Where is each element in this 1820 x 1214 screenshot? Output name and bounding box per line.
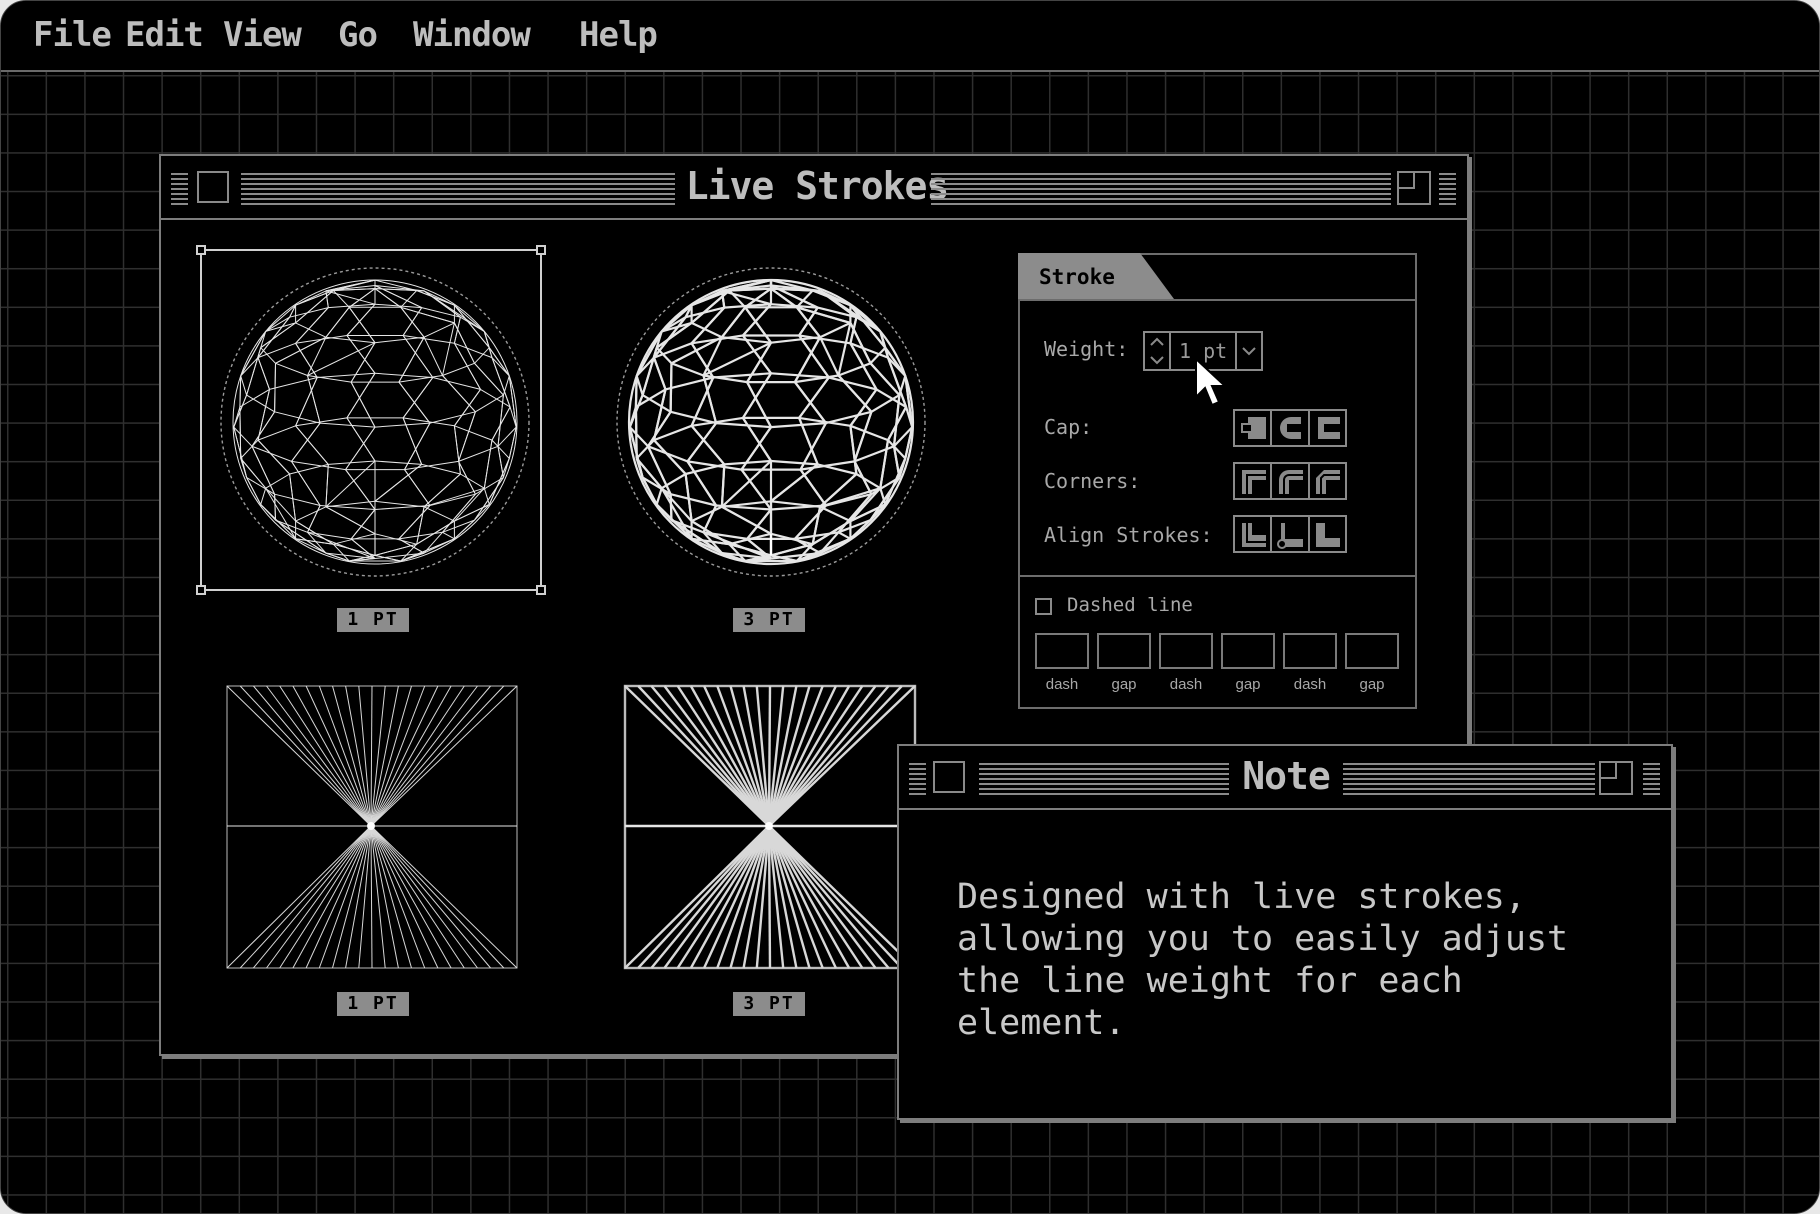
weight-dropdown[interactable] bbox=[1235, 333, 1261, 369]
dashed-line-checkbox[interactable] bbox=[1035, 598, 1052, 615]
cap-options bbox=[1233, 409, 1347, 447]
corner-options bbox=[1233, 462, 1347, 500]
weight-label-burst-2: 3 PT bbox=[733, 992, 805, 1016]
gap-field-1[interactable] bbox=[1097, 633, 1151, 669]
sphere-3pt[interactable] bbox=[591, 242, 951, 602]
dash-field-1[interactable] bbox=[1035, 633, 1089, 669]
stroke-tab-label: Stroke bbox=[1039, 265, 1115, 289]
tab-divider bbox=[1020, 299, 1415, 301]
align-outside-button[interactable] bbox=[1309, 517, 1345, 551]
stepper-up-down-icon[interactable] bbox=[1145, 333, 1169, 369]
stroke-panel: Stroke Weight: 1 pt Cap: Corners: Align … bbox=[1018, 253, 1417, 709]
align-outside-icon bbox=[1316, 523, 1341, 547]
butt-cap-button[interactable] bbox=[1235, 411, 1273, 445]
note-body: Designed with live strokes, allowing you… bbox=[957, 877, 1569, 1043]
note-grip-left bbox=[909, 763, 926, 795]
gap-caption-2: gap bbox=[1235, 676, 1261, 693]
mouse-pointer-icon bbox=[1195, 357, 1228, 407]
close-box[interactable] bbox=[197, 171, 229, 203]
menu-view[interactable]: View bbox=[223, 15, 302, 55]
note-zoom-box[interactable] bbox=[1599, 761, 1633, 795]
gap-caption-3: gap bbox=[1359, 676, 1385, 693]
align-center-icon bbox=[1241, 523, 1266, 547]
weight-label-sphere-2: 3 PT bbox=[733, 608, 805, 632]
align-center-button[interactable] bbox=[1235, 517, 1273, 551]
dash-field-2[interactable] bbox=[1159, 633, 1213, 669]
dash-field-3[interactable] bbox=[1283, 633, 1337, 669]
bevel-join-icon bbox=[1316, 470, 1341, 494]
stepper-arrows[interactable] bbox=[1145, 333, 1171, 369]
note-grip-right bbox=[1643, 763, 1660, 795]
menu-bar: File Edit View Go Window Help bbox=[1, 1, 1819, 72]
align-strokes-label: Align Strokes: bbox=[1044, 523, 1213, 547]
dash-caption-1: dash bbox=[1045, 676, 1079, 693]
note-close-box[interactable] bbox=[933, 761, 965, 793]
title-stripes-right bbox=[931, 173, 1391, 205]
gap-field-3[interactable] bbox=[1345, 633, 1399, 669]
dash-caption-3: dash bbox=[1293, 676, 1327, 693]
selection-box[interactable] bbox=[195, 244, 549, 598]
projecting-cap-button[interactable] bbox=[1309, 411, 1345, 445]
note-title-stripes-right bbox=[1343, 763, 1595, 795]
round-join-button[interactable] bbox=[1272, 464, 1310, 498]
gap-caption-1: gap bbox=[1111, 676, 1137, 693]
bevel-join-button[interactable] bbox=[1309, 464, 1345, 498]
menu-file[interactable]: File bbox=[33, 15, 112, 55]
menu-edit[interactable]: Edit bbox=[125, 15, 204, 55]
align-options bbox=[1233, 515, 1347, 553]
miter-join-button[interactable] bbox=[1235, 464, 1273, 498]
grip-left bbox=[171, 173, 188, 205]
burst-1pt[interactable] bbox=[225, 684, 521, 972]
dashed-line-label: Dashed line bbox=[1067, 594, 1193, 616]
corners-label: Corners: bbox=[1044, 469, 1141, 493]
note-window: Note Designed with live strokes, allowin… bbox=[897, 744, 1673, 1120]
butt-cap-icon bbox=[1240, 417, 1266, 439]
round-join-icon bbox=[1278, 470, 1303, 494]
menu-go[interactable]: Go bbox=[338, 15, 378, 55]
projecting-cap-icon bbox=[1318, 417, 1341, 439]
note-title: Note bbox=[1242, 754, 1331, 798]
gap-field-2[interactable] bbox=[1221, 633, 1275, 669]
note-title-stripes-left bbox=[979, 763, 1229, 795]
align-inside-button[interactable] bbox=[1272, 517, 1310, 551]
menu-help[interactable]: Help bbox=[579, 15, 658, 55]
weight-label-sphere-1: 1 PT bbox=[337, 608, 409, 632]
note-title-bar[interactable]: Note bbox=[899, 746, 1671, 810]
dash-caption-2: dash bbox=[1169, 676, 1203, 693]
align-inside-icon bbox=[1276, 523, 1303, 549]
zoom-box[interactable] bbox=[1397, 171, 1431, 205]
cap-label: Cap: bbox=[1044, 415, 1093, 439]
round-cap-icon bbox=[1279, 417, 1301, 439]
screen: File Edit View Go Window Help Live Strok… bbox=[0, 0, 1820, 1214]
burst-3pt[interactable] bbox=[623, 684, 919, 972]
title-bar[interactable]: Live Strokes bbox=[161, 156, 1467, 220]
weight-label-burst-1: 1 PT bbox=[337, 992, 409, 1016]
chevron-down-icon bbox=[1242, 347, 1256, 356]
miter-join-icon bbox=[1241, 470, 1266, 494]
panel-divider bbox=[1020, 575, 1415, 577]
menu-window[interactable]: Window bbox=[413, 15, 531, 55]
weight-label: Weight: bbox=[1044, 337, 1129, 361]
title-stripes-left bbox=[241, 173, 675, 205]
round-cap-button[interactable] bbox=[1272, 411, 1310, 445]
grip-right bbox=[1439, 173, 1456, 205]
window-title: Live Strokes bbox=[685, 164, 950, 208]
